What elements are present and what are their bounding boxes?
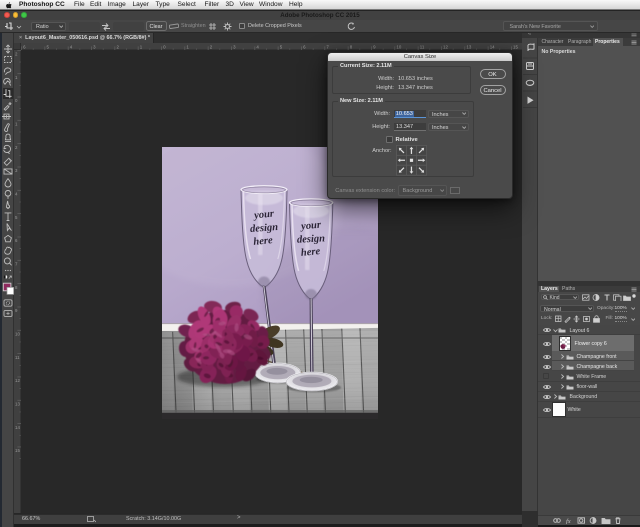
svg-text:13: 13 — [15, 401, 20, 406]
svg-text:your: your — [298, 220, 322, 233]
svg-text:11: 11 — [420, 44, 425, 49]
svg-text:13: 13 — [466, 44, 471, 49]
svg-text:15: 15 — [15, 448, 20, 453]
svg-text:design: design — [296, 233, 325, 245]
svg-text:10: 10 — [396, 44, 401, 49]
svg-text:here: here — [252, 235, 272, 248]
svg-text:10: 10 — [15, 332, 20, 337]
svg-text:12: 12 — [15, 378, 20, 383]
svg-text:14: 14 — [15, 425, 20, 430]
svg-text:12: 12 — [443, 44, 448, 49]
svg-text:14: 14 — [490, 44, 495, 49]
svg-text:15: 15 — [513, 44, 518, 49]
svg-text:11: 11 — [15, 355, 20, 360]
svg-text:fx: fx — [566, 518, 571, 524]
svg-text:here: here — [300, 246, 320, 259]
svg-text:design: design — [249, 222, 278, 235]
